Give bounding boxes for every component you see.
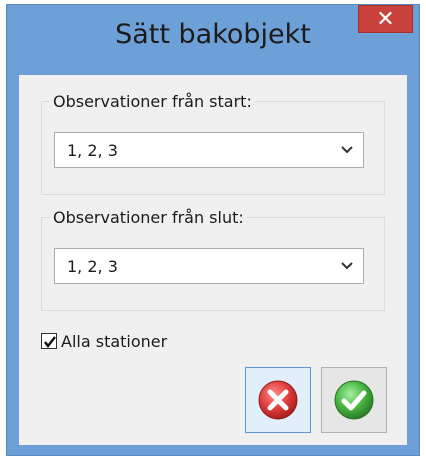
dialog-window: Sätt bakobjekt ✕ Observationer från star…: [6, 4, 420, 456]
red-circle-x-icon: [258, 380, 298, 420]
all-stations-label: Alla stationer: [61, 331, 168, 351]
all-stations-option[interactable]: Alla stationer: [41, 331, 167, 351]
end-observations-value: 1, 2, 3: [67, 257, 118, 276]
group-label-start: Observationer från start:: [50, 92, 255, 111]
group-observations-start: Observationer från start: 1, 2, 3: [41, 92, 385, 195]
group-observations-end: Observationer från slut: 1, 2, 3: [41, 208, 385, 311]
start-observations-dropdown[interactable]: 1, 2, 3: [54, 132, 364, 168]
chevron-down-icon: [341, 262, 353, 270]
start-observations-value: 1, 2, 3: [67, 141, 118, 160]
end-observations-dropdown[interactable]: 1, 2, 3: [54, 248, 364, 284]
ok-button[interactable]: [321, 367, 387, 433]
title-bar[interactable]: Sätt bakobjekt ✕: [7, 5, 419, 75]
group-label-end: Observationer från slut:: [50, 208, 247, 227]
green-circle-check-icon: [334, 380, 374, 420]
close-button[interactable]: ✕: [358, 5, 413, 33]
cancel-button[interactable]: [245, 367, 311, 433]
close-icon: ✕: [376, 6, 395, 32]
all-stations-checkbox[interactable]: [41, 333, 57, 349]
checkmark-icon: [44, 336, 56, 348]
chevron-down-icon: [341, 146, 353, 154]
dialog-client-area: Observationer från start: 1, 2, 3 Observ…: [19, 75, 407, 445]
